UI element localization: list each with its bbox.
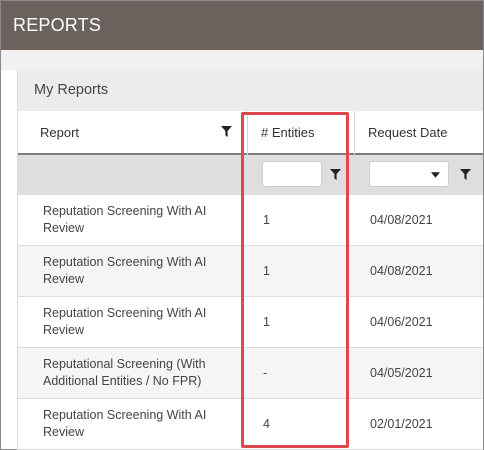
reports-panel: My Reports Report # Entities Request Dat… (17, 70, 483, 450)
table-row[interactable]: Reputation Screening With AI Review 1 04… (18, 195, 483, 246)
entities-filter-icon[interactable] (330, 169, 341, 180)
column-header-report[interactable]: Report (40, 125, 79, 140)
entities-filter-input[interactable] (262, 161, 322, 187)
column-divider (247, 111, 248, 155)
panel-title: My Reports (34, 82, 109, 98)
request-date: 04/08/2021 (370, 213, 433, 227)
filter-row (18, 155, 483, 195)
header-gap (1, 50, 483, 70)
app-header: REPORTS (1, 1, 483, 50)
table-row[interactable]: Reputation Screening With AI Review 4 02… (18, 399, 483, 450)
table-row[interactable]: Reputation Screening With AI Review 1 04… (18, 246, 483, 297)
request-date: 04/05/2021 (370, 366, 433, 380)
entity-count: 4 (263, 417, 270, 431)
column-header-request-date[interactable]: Request Date (368, 125, 448, 140)
panel-header: My Reports (18, 70, 483, 111)
page-title: REPORTS (13, 15, 102, 35)
table-row[interactable]: Reputation Screening With AI Review 1 04… (18, 297, 483, 348)
report-name[interactable]: Reputation Screening With AI Review (43, 305, 233, 339)
report-name[interactable]: Reputational Screening (With Additional … (43, 356, 233, 390)
entity-count: 1 (263, 213, 270, 227)
caret-down-icon[interactable] (431, 172, 440, 178)
request-date: 02/01/2021 (370, 417, 433, 431)
request-date: 04/06/2021 (370, 315, 433, 329)
request-date-filter-select[interactable] (369, 161, 449, 187)
request-date: 04/08/2021 (370, 264, 433, 278)
report-name[interactable]: Reputation Screening With AI Review (43, 203, 233, 237)
table-header-row: Report # Entities Request Date (18, 111, 483, 155)
column-header-entities[interactable]: # Entities (261, 125, 314, 140)
report-name[interactable]: Reputation Screening With AI Review (43, 407, 233, 441)
entity-count: 1 (263, 264, 270, 278)
entity-count: 1 (263, 315, 270, 329)
report-filter-icon[interactable] (221, 126, 232, 137)
request-date-filter-icon[interactable] (460, 169, 471, 180)
column-divider (354, 111, 355, 155)
entity-count: - (263, 366, 268, 380)
table-row[interactable]: Reputational Screening (With Additional … (18, 348, 483, 399)
report-name[interactable]: Reputation Screening With AI Review (43, 254, 233, 288)
